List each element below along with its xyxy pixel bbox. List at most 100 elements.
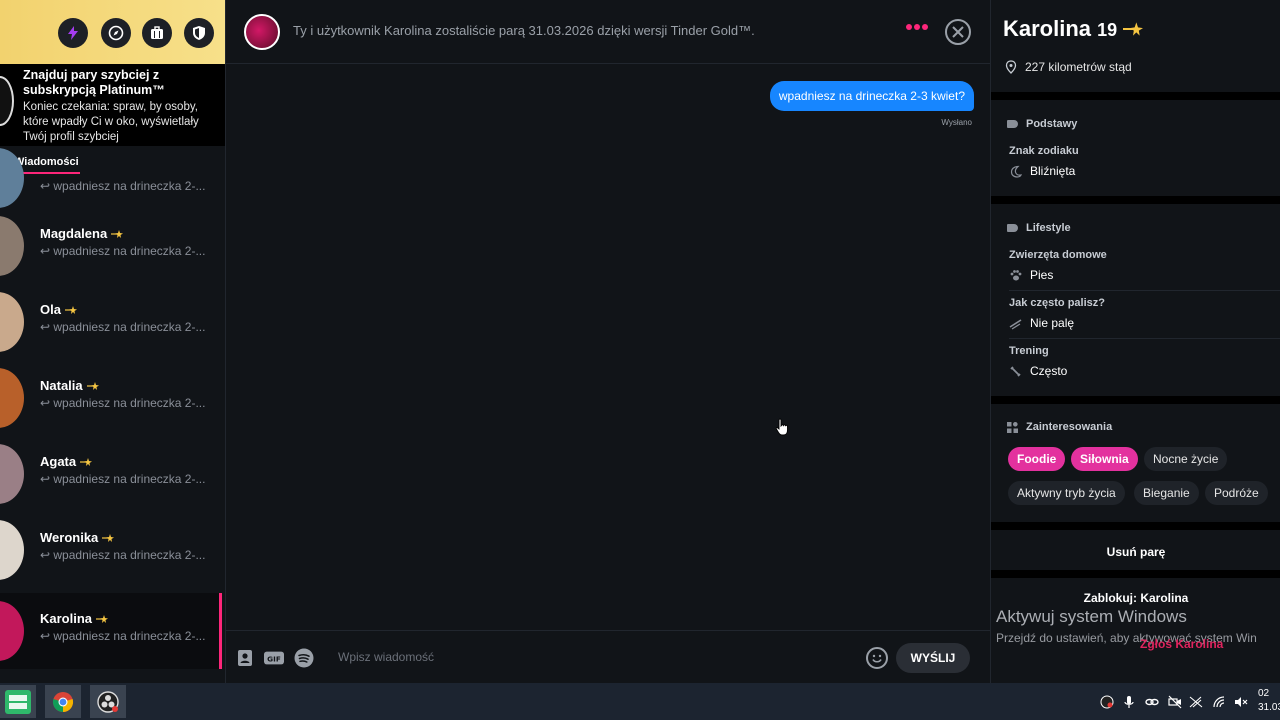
gold-star-icon: [80, 457, 93, 466]
gif-button[interactable]: GIF: [264, 648, 284, 668]
tray-icon[interactable]: [1122, 695, 1136, 709]
message-composer: GIF Wpisz wiadomość WYŚLIJ: [226, 630, 990, 683]
hand-cursor-icon: [775, 418, 788, 436]
pets-value: Pies: [1009, 268, 1053, 282]
match-avatar[interactable]: [244, 14, 280, 50]
section-lifestyle-title: Lifestyle: [1007, 222, 1071, 234]
windows-activation-title: Aktywuj system Windows: [996, 607, 1187, 626]
network-icon: [1189, 696, 1203, 708]
match-info-text: Ty i użytkownik Karolina zostaliście par…: [293, 23, 755, 38]
interest-chip: Bieganie: [1134, 481, 1199, 505]
clock-time: 02: [1258, 688, 1270, 699]
conversation-name: Natalia: [40, 378, 99, 393]
tray-icon[interactable]: [1145, 695, 1159, 709]
tab-messages[interactable]: Wiadomości: [14, 156, 79, 168]
profile-panel: Karolina 19 227 kilometrów stąd Podstawy…: [990, 0, 1280, 683]
conversation-item[interactable]: Natalia ↩ wpadniesz na drineczka 2-...: [0, 360, 222, 436]
pets-label: Zwierzęta domowe: [1009, 249, 1107, 261]
divider: [991, 396, 1280, 404]
interest-chip: Aktywny tryb życia: [1008, 481, 1125, 505]
interest-chip: Nocne życie: [1144, 447, 1228, 471]
conversation-item-active[interactable]: Karolina ↩ wpadniesz na drineczka 2-...: [0, 593, 222, 669]
interest-chip: Podróże: [1205, 481, 1268, 505]
tinder-app: Znajduj pary szybciej z subskrypcją Plat…: [0, 0, 1280, 683]
workout-value: Często: [1009, 364, 1067, 378]
unmatch-button[interactable]: Usuń parę: [991, 545, 1280, 559]
conversation-preview: ↩ wpadniesz na drineczka 2-...: [40, 244, 206, 258]
profile-distance: 227 kilometrów stąd: [1005, 60, 1132, 74]
tag-icon: [1007, 120, 1018, 128]
conversation-item[interactable]: Weronika ↩ wpadniesz na drineczka 2-...: [0, 512, 222, 588]
boost-button[interactable]: [58, 18, 88, 48]
more-options-button[interactable]: [906, 24, 928, 30]
svg-text:GIF: GIF: [267, 655, 281, 664]
chat-panel: Ty i użytkownik Karolina zostaliście par…: [226, 0, 990, 683]
gold-star-icon: [111, 229, 124, 238]
conversation-preview: ↩ wpadniesz na drineczka 2-...: [40, 548, 206, 562]
platinum-promo[interactable]: Znajduj pary szybciej z subskrypcją Plat…: [0, 64, 225, 146]
moon-icon: [1010, 165, 1022, 178]
dot-icon: [914, 24, 920, 30]
contact-card-icon: [238, 650, 252, 666]
divider: [1009, 290, 1280, 291]
conversation-name: Ola: [40, 302, 77, 317]
conversation-preview: ↩ wpadniesz na drineczka 2-...: [40, 629, 206, 643]
promo-text: Koniec czekania: spraw, by osoby, które …: [23, 101, 199, 143]
conversation-item[interactable]: ↩ wpadniesz na drineczka 2-...: [0, 148, 222, 208]
compass-icon: [108, 25, 124, 41]
zodiac-value: Bliźnięta: [1009, 164, 1075, 178]
lightning-icon: [68, 26, 78, 40]
avatar: [0, 368, 24, 428]
tray-icon[interactable]: [1234, 695, 1248, 709]
taskbar-app[interactable]: [45, 685, 81, 718]
conversation-name: Magdalena: [40, 226, 124, 241]
chrome-icon: [52, 691, 74, 712]
chat-header: Ty i użytkownik Karolina zostaliście par…: [226, 0, 990, 64]
block-button[interactable]: Zablokuj: Karolina: [991, 591, 1280, 605]
emoji-button[interactable]: [866, 647, 888, 669]
zodiac-label: Znak zodiaku: [1009, 145, 1079, 157]
tray-icon[interactable]: [1168, 695, 1182, 709]
report-button[interactable]: Zgłoś Karolina: [1140, 637, 1223, 651]
volume-muted-icon: [1235, 697, 1248, 707]
divider: [991, 522, 1280, 530]
conversation-name: Karolina: [40, 611, 109, 626]
clock-date: 31.03: [1258, 702, 1280, 713]
gold-star-icon: [86, 381, 99, 390]
shield-icon: [193, 26, 205, 40]
taskbar-app[interactable]: [90, 685, 126, 718]
tray-icon[interactable]: [1100, 695, 1114, 709]
explore-button[interactable]: [101, 18, 131, 48]
message-input[interactable]: Wpisz wiadomość: [338, 650, 434, 664]
spotify-icon: [294, 648, 314, 668]
avatar: [0, 520, 24, 580]
divider: [991, 570, 1280, 578]
avatar: [0, 216, 24, 276]
paw-icon: [1010, 269, 1022, 280]
taskbar-app[interactable]: [0, 685, 36, 718]
workout-label: Trening: [1009, 345, 1049, 357]
conversation-item[interactable]: Agata ↩ wpadniesz na drineczka 2-...: [0, 436, 222, 512]
close-chat-button[interactable]: [945, 19, 971, 45]
contact-card-button[interactable]: [235, 648, 255, 668]
conversation-name: Agata: [40, 454, 93, 469]
safety-button[interactable]: [184, 18, 214, 48]
section-basics-title: Podstawy: [1007, 118, 1077, 130]
conversation-item[interactable]: Magdalena ↩ wpadniesz na drineczka 2-...: [0, 208, 222, 284]
sidebar-tabs: Wiadomości: [0, 146, 225, 176]
work-button[interactable]: [142, 18, 172, 48]
obs-tray-icon: [1100, 695, 1114, 709]
conversation-item[interactable]: Ola ↩ wpadniesz na drineczka 2-...: [0, 284, 222, 360]
send-button[interactable]: WYŚLIJ: [896, 643, 970, 673]
link-icon: [1145, 698, 1159, 706]
spotify-button[interactable]: [294, 648, 314, 668]
profile-app-icon: [5, 689, 31, 714]
system-clock[interactable]: 02 31.03: [1258, 687, 1280, 715]
interests-icon: [1007, 421, 1018, 433]
tray-icon[interactable]: [1189, 695, 1203, 709]
active-indicator: [219, 593, 222, 669]
tray-icon[interactable]: [1212, 695, 1226, 709]
conversation-preview: ↩ wpadniesz na drineczka 2-...: [40, 320, 206, 334]
smoking-label: Jak często palisz?: [1009, 297, 1105, 309]
conversation-name: Weronika: [40, 530, 115, 545]
